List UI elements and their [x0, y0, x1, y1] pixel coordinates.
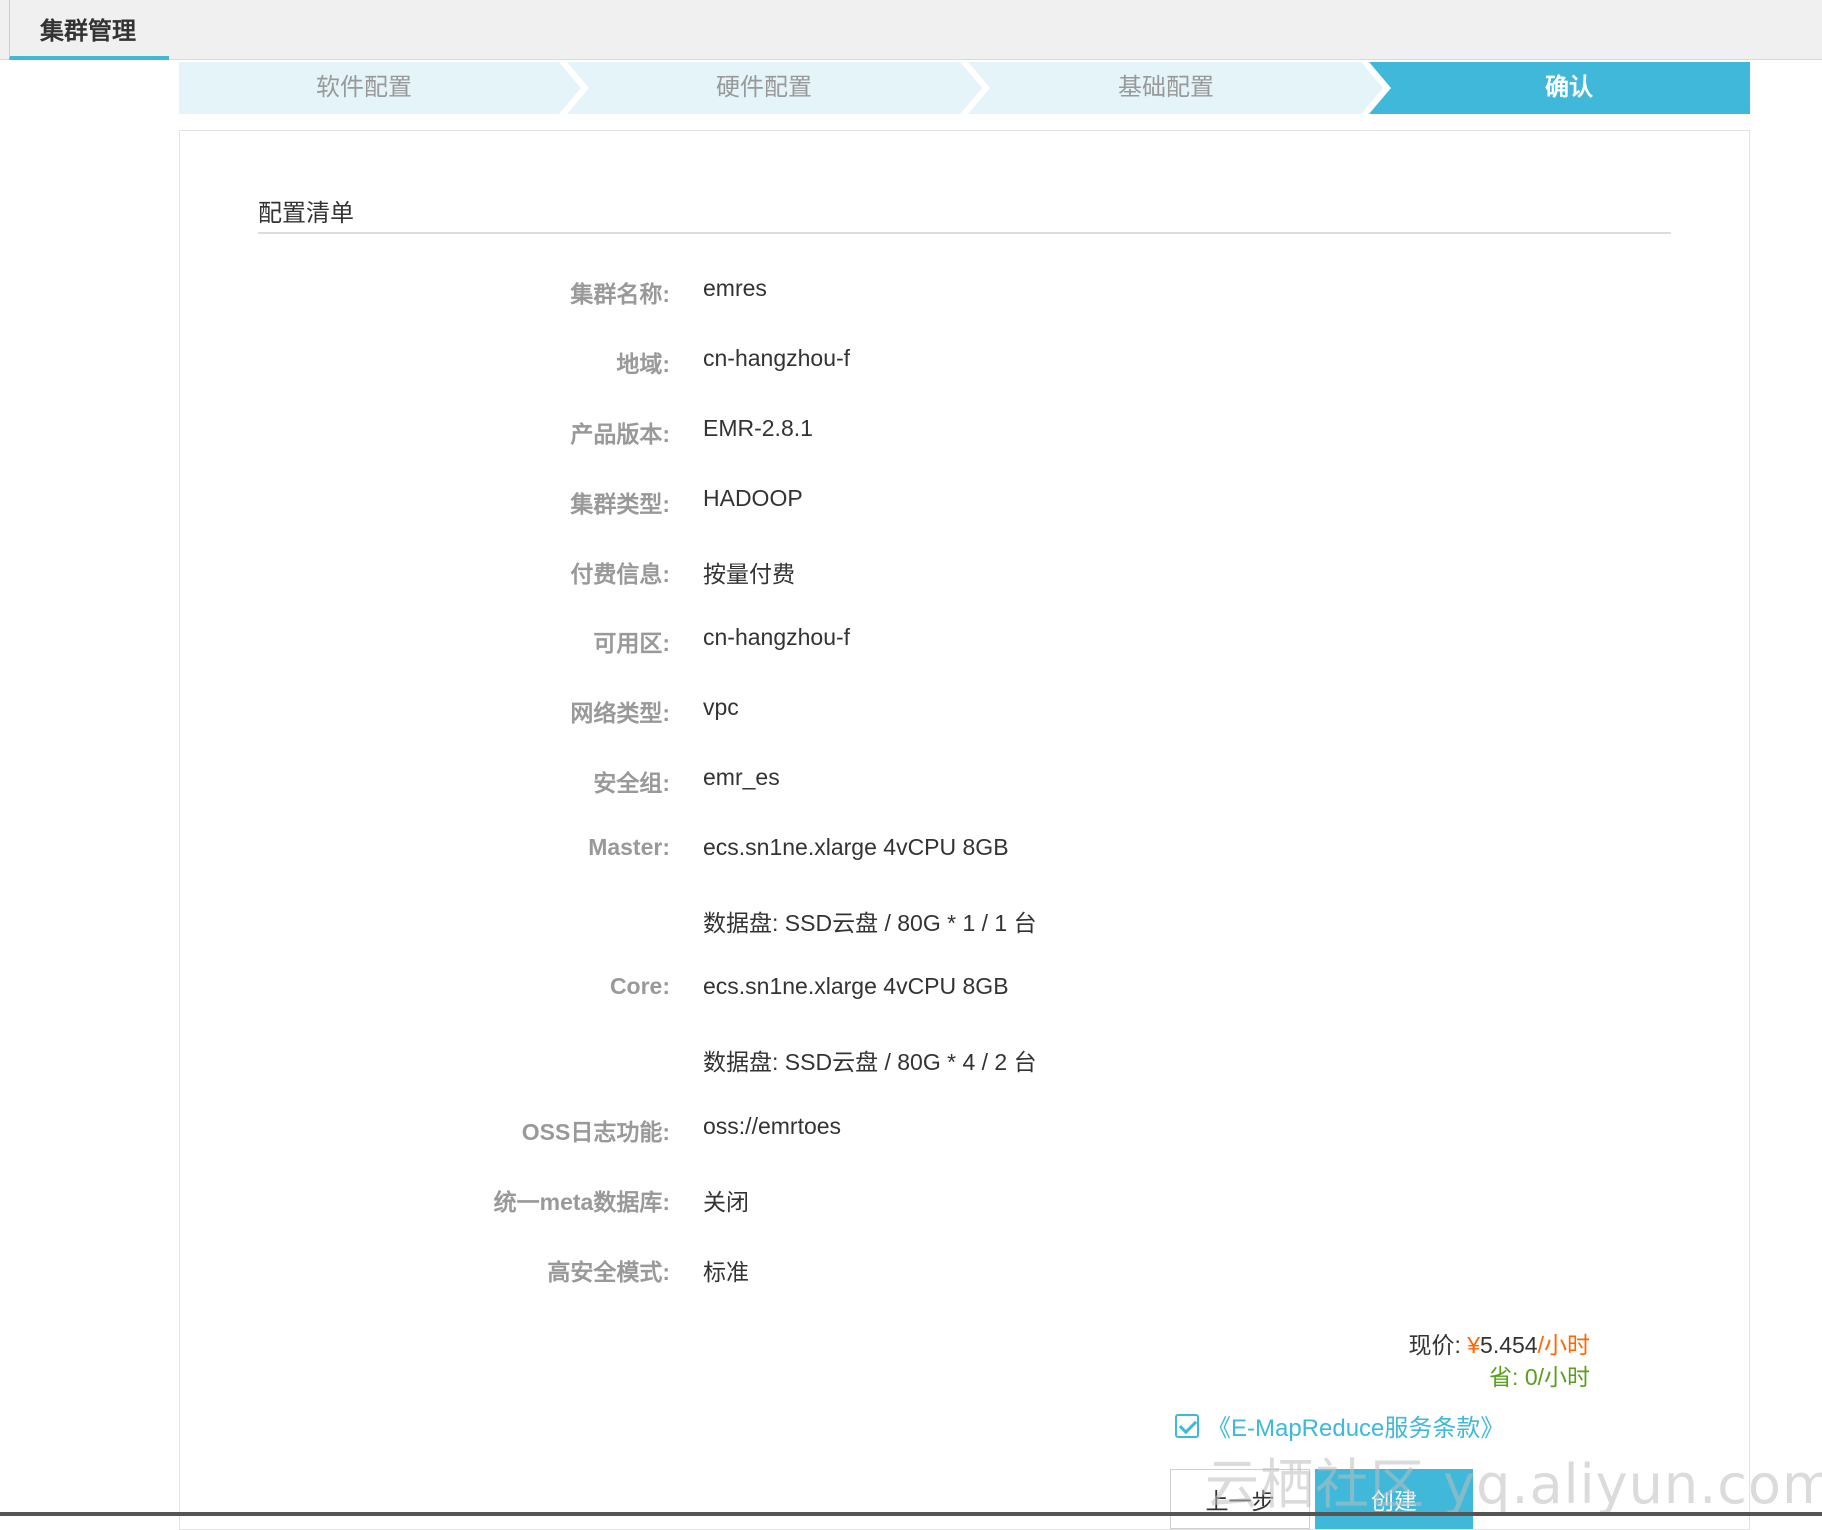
save-value: 0/小时 [1524, 1364, 1590, 1390]
bottom-border [0, 1512, 1822, 1516]
value-high-security: 标准 [703, 1259, 749, 1285]
label-region: 地域: [616, 351, 670, 377]
price-amount: 5.454 [1480, 1332, 1538, 1358]
wizard-steps: 软件配置 硬件配置 基础配置 确认 [179, 62, 1750, 114]
label-zone: 可用区: [593, 630, 670, 656]
terms-checkbox[interactable] [1175, 1413, 1199, 1438]
label-network-type: 网络类型: [570, 700, 670, 726]
row-master-disk: 数据盘: SSD云盘 / 80G * 1 / 1 台 [180, 904, 1751, 944]
value-cluster-type: HADOOP [703, 485, 803, 511]
value-master-disk: 数据盘: SSD云盘 / 80G * 1 / 1 台 [703, 910, 1037, 936]
row-high-security: 高安全模式: 标准 [180, 1253, 1751, 1293]
value-product-version: EMR-2.8.1 [703, 415, 813, 441]
row-network-type: 网络类型: vpc [180, 694, 1751, 734]
value-meta-db: 关闭 [703, 1189, 749, 1215]
terms-link[interactable]: 《E-MapReduce服务条款》 [1207, 1408, 1504, 1443]
row-security-group: 安全组: emr_es [180, 764, 1751, 804]
value-network-type: vpc [703, 694, 739, 720]
cluster-management-tab[interactable]: 集群管理 [9, 0, 169, 60]
value-cluster-name: emres [703, 275, 767, 301]
label-cluster-type: 集群类型: [570, 491, 670, 517]
step-hardware-config[interactable]: 硬件配置 [579, 62, 949, 114]
value-billing: 按量付费 [703, 561, 795, 587]
row-meta-db: 统一meta数据库: 关闭 [180, 1183, 1751, 1223]
watermark: 云栖社区 yq.aliyun.com [1205, 1453, 1822, 1516]
value-security-group: emr_es [703, 764, 780, 790]
value-master: ecs.sn1ne.xlarge 4vCPU 8GB [703, 834, 1009, 860]
price-unit: /小时 [1537, 1332, 1590, 1358]
label-master: Master: [588, 834, 670, 860]
value-region: cn-hangzhou-f [703, 345, 851, 371]
config-summary-panel: 配置清单 集群名称: emres 地域: cn-hangzhou-f 产品版本:… [179, 130, 1750, 1530]
label-billing: 付费信息: [570, 561, 670, 587]
section-divider [258, 232, 1671, 234]
save-label: 省: [1489, 1364, 1519, 1390]
label-high-security: 高安全模式: [547, 1259, 670, 1285]
section-title: 配置清单 [258, 200, 354, 227]
step-basic-config[interactable]: 基础配置 [981, 62, 1351, 114]
label-cluster-name: 集群名称: [570, 281, 670, 307]
label-security-group: 安全组: [593, 770, 670, 796]
row-product-version: 产品版本: EMR-2.8.1 [180, 415, 1751, 455]
row-master: Master: ecs.sn1ne.xlarge 4vCPU 8GB [180, 834, 1751, 874]
step-confirm[interactable]: 确认 [1384, 62, 1754, 114]
label-meta-db: 统一meta数据库: [493, 1189, 670, 1215]
savings: 省: 0/小时 [1275, 1358, 1590, 1392]
row-billing: 付费信息: 按量付费 [180, 555, 1751, 595]
current-price: 现价: ¥5.454/小时 [1275, 1326, 1590, 1360]
row-cluster-name: 集群名称: emres [180, 275, 1751, 315]
value-zone: cn-hangzhou-f [703, 624, 851, 650]
row-zone: 可用区: cn-hangzhou-f [180, 624, 1751, 664]
label-product-version: 产品版本: [570, 421, 670, 447]
terms-agreement[interactable]: 《E-MapReduce服务条款》 [1175, 1408, 1504, 1443]
label-oss-log: OSS日志功能: [521, 1119, 670, 1145]
label-core: Core: [609, 973, 670, 999]
value-core: ecs.sn1ne.xlarge 4vCPU 8GB [703, 973, 1009, 999]
step-software-config[interactable]: 软件配置 [179, 62, 549, 114]
row-core-disk: 数据盘: SSD云盘 / 80G * 4 / 2 台 [180, 1043, 1751, 1083]
row-cluster-type: 集群类型: HADOOP [180, 485, 1751, 525]
value-oss-log: oss://emrtoes [703, 1113, 842, 1139]
price-currency: ¥ [1467, 1332, 1481, 1358]
row-core: Core: ecs.sn1ne.xlarge 4vCPU 8GB [180, 973, 1751, 1013]
top-header: 集群管理 [0, 0, 1822, 60]
value-core-disk: 数据盘: SSD云盘 / 80G * 4 / 2 台 [703, 1049, 1037, 1075]
row-region: 地域: cn-hangzhou-f [180, 345, 1751, 385]
price-label: 现价: [1408, 1332, 1461, 1358]
row-oss-log: OSS日志功能: oss://emrtoes [180, 1113, 1751, 1153]
